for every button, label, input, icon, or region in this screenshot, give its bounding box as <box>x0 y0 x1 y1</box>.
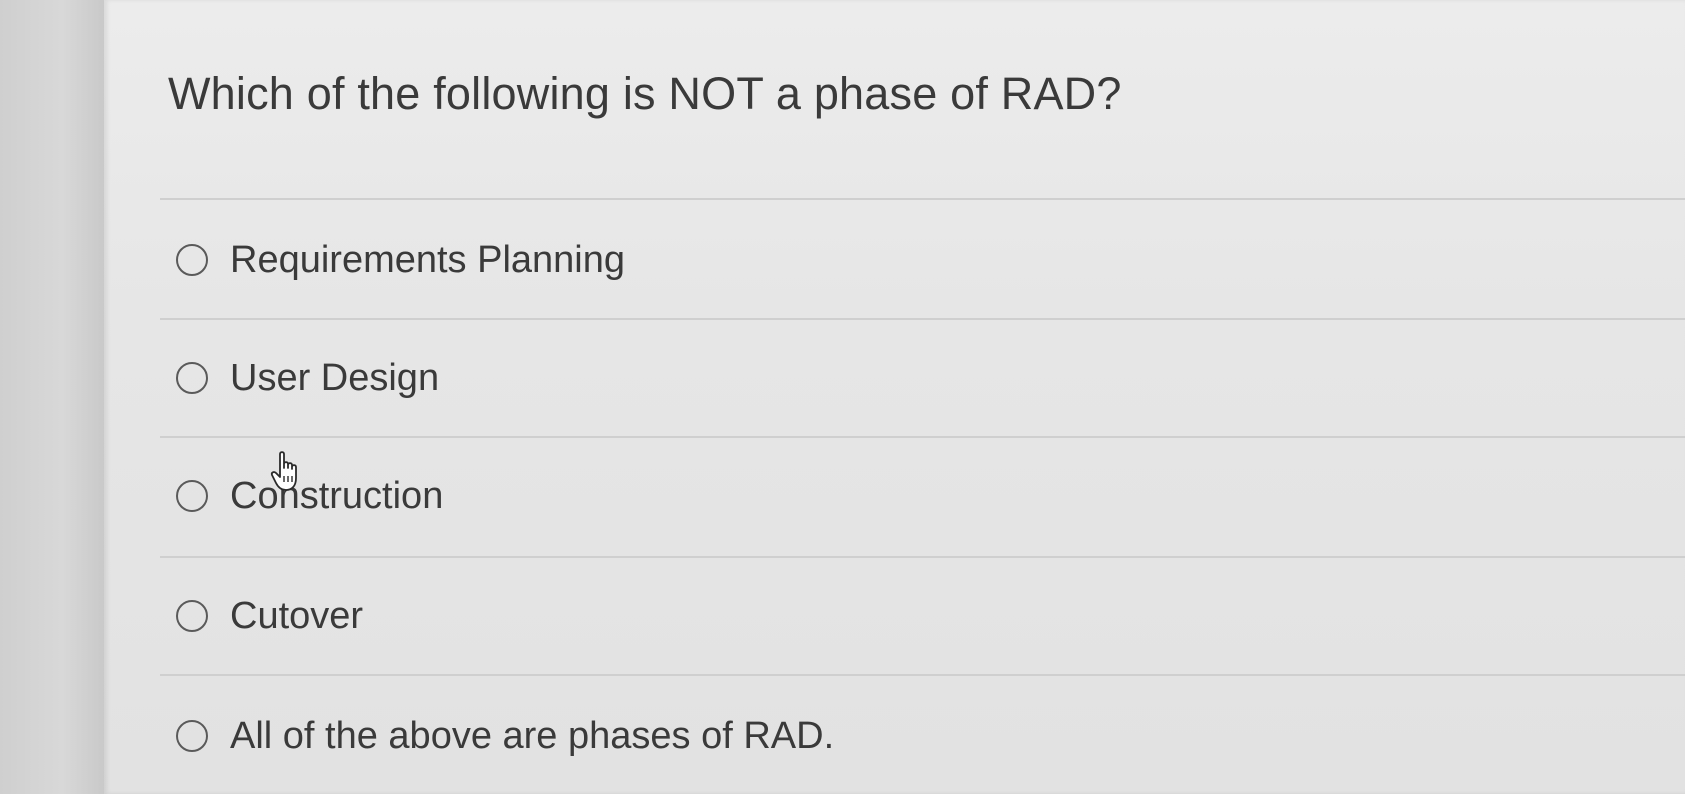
answer-option-all-of-the-above[interactable]: All of the above are phases of RAD. <box>176 706 834 766</box>
radio-button[interactable] <box>176 244 208 276</box>
radio-button[interactable] <box>176 600 208 632</box>
divider <box>160 198 1685 200</box>
answer-option-user-design[interactable]: User Design <box>176 348 439 408</box>
answer-option-cutover[interactable]: Cutover <box>176 586 363 646</box>
radio-button[interactable] <box>176 480 208 512</box>
divider <box>160 556 1685 558</box>
radio-button[interactable] <box>176 362 208 394</box>
option-label: Cutover <box>230 594 364 637</box>
divider <box>160 436 1685 438</box>
option-label: All of the above are phases of RAD. <box>230 714 835 757</box>
option-label: Requirements Planning <box>230 238 626 281</box>
radio-button[interactable] <box>176 720 208 752</box>
divider <box>160 674 1685 676</box>
background-edge <box>0 0 104 794</box>
option-label: Construction <box>230 474 444 517</box>
divider <box>160 318 1685 320</box>
question-text: Which of the following is NOT a phase of… <box>168 68 1122 119</box>
option-label: User Design <box>230 356 440 399</box>
answer-option-requirements-planning[interactable]: Requirements Planning <box>176 230 625 290</box>
hand-pointer-icon <box>270 451 297 491</box>
